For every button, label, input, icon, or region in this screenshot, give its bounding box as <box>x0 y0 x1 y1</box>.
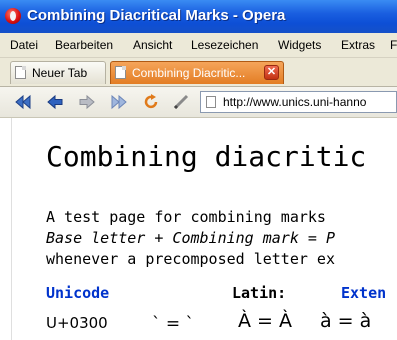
back-icon[interactable] <box>46 93 64 111</box>
page-icon <box>15 66 26 79</box>
page-icon <box>115 66 126 79</box>
reload-icon[interactable] <box>142 93 160 111</box>
tab-bar: Neuer Tab Combining Diacritic... ✕ <box>0 58 397 87</box>
rewind-icon[interactable] <box>14 93 32 111</box>
menu-lesezeichen[interactable]: Lesezeichen <box>191 38 258 52</box>
address-url: http://www.unics.uni-hanno <box>223 95 367 109</box>
navigation-toolbar: http://www.unics.uni-hanno <box>0 87 397 118</box>
opera-logo-icon <box>5 8 21 24</box>
row-mark: ` = ` <box>152 314 195 334</box>
intro-line-2: Base letter + Combining mark = P <box>46 229 335 247</box>
page-heading: Combining diacritic <box>46 140 367 173</box>
forward-icon[interactable] <box>78 93 96 111</box>
address-bar[interactable]: http://www.unics.uni-hanno <box>200 91 397 113</box>
row-code: U+0300 <box>46 314 108 332</box>
menu-f[interactable]: F <box>390 38 397 52</box>
column-header-latin: Latin: <box>232 284 287 302</box>
menu-bar: Datei Bearbeiten Ansicht Lesezeichen Wid… <box>0 33 397 58</box>
tab-combining-diacritics[interactable]: Combining Diacritic... ✕ <box>110 61 284 84</box>
tab-label: Combining Diacritic... <box>132 66 246 80</box>
page-icon <box>206 96 216 108</box>
tab-neuer-tab[interactable]: Neuer Tab <box>10 61 106 84</box>
intro-line-1: A test page for combining marks <box>46 208 326 226</box>
title-bar[interactable]: Combining Diacritical Marks - Opera <box>0 0 397 33</box>
menu-ansicht[interactable]: Ansicht <box>133 38 172 52</box>
menu-extras[interactable]: Extras <box>341 38 375 52</box>
intro-line-3: whenever a precomposed letter ex <box>46 250 335 268</box>
tab-label: Neuer Tab <box>32 66 88 80</box>
fast-forward-icon[interactable] <box>110 93 128 111</box>
column-header-unicode[interactable]: Unicode <box>46 284 109 302</box>
page-content: Combining diacritic A test page for comb… <box>0 118 397 340</box>
edit-icon[interactable] <box>172 93 190 111</box>
menu-widgets[interactable]: Widgets <box>278 38 321 52</box>
menu-datei[interactable]: Datei <box>10 38 38 52</box>
close-tab-icon[interactable]: ✕ <box>264 65 279 80</box>
column-header-extended[interactable]: Exten <box>341 284 386 302</box>
menu-bearbeiten[interactable]: Bearbeiten <box>55 38 113 52</box>
row-upper: À = À <box>238 310 292 332</box>
window-title: Combining Diacritical Marks - Opera <box>27 7 286 24</box>
row-lower: à = à <box>320 310 372 332</box>
